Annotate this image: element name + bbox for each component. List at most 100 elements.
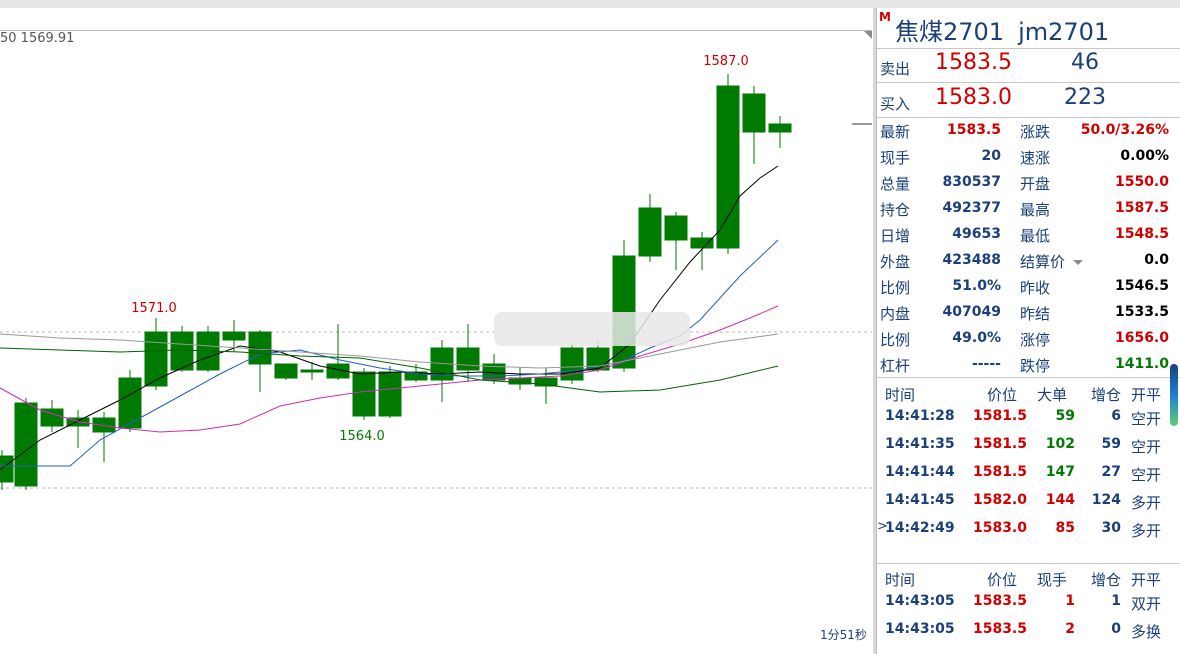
- price-annotation: 1587.0: [703, 54, 749, 69]
- candle-body: [456, 347, 480, 371]
- stat-value: 830537: [942, 174, 1001, 190]
- tick-row[interactable]: >14:42:49 1583.0 85 30 多开: [877, 516, 1171, 544]
- panel-scrollbar[interactable]: [1170, 364, 1178, 426]
- stat-value: 1550.0: [1114, 174, 1169, 190]
- stat-label: 最新: [880, 123, 911, 141]
- candle-body: [768, 123, 792, 133]
- stat-label: 比例: [880, 279, 911, 297]
- stat-left-5: 外盘 423488: [877, 248, 1013, 274]
- stat-label: 日增: [880, 227, 911, 245]
- stat-value: -----: [971, 356, 1001, 372]
- stat-value: 1583.5: [946, 122, 1001, 138]
- stat-value: 0.0: [1144, 252, 1169, 268]
- bid-row: 买入 1583.0 223: [877, 83, 1180, 117]
- quote-panel: M 焦煤2701 jm2701 卖出 1583.5 46 买入 1583.0 22…: [876, 8, 1180, 654]
- stat-label: 跌停: [1020, 357, 1051, 375]
- price-annotation: 1564.0: [339, 429, 385, 444]
- tick-time: 14:41:28: [885, 408, 955, 424]
- ask-row: 卖出 1583.5 46: [877, 48, 1180, 82]
- contract-code: jm2701: [1018, 18, 1110, 46]
- stat-label: 比例: [880, 331, 911, 349]
- stat-left-1: 现手 20: [877, 144, 1013, 170]
- tick-row[interactable]: 14:41:35 1581.5 102 59 空开: [877, 432, 1171, 460]
- kline-chart[interactable]: 1587.0 1571.0 1564.0: [0, 30, 872, 652]
- column-header: 价位: [987, 571, 1018, 589]
- market-m-icon: M: [879, 10, 891, 24]
- column-header: 开平: [1131, 571, 1162, 589]
- tick-row[interactable]: 14:43:05 1583.5 2 0 多换: [877, 617, 1171, 645]
- tick-time: 14:43:05: [885, 621, 955, 637]
- stat-label: 最低: [1020, 227, 1051, 245]
- tick-price: 1583.5: [972, 621, 1027, 637]
- tick-open-close: 多开: [1131, 494, 1162, 512]
- tick-row[interactable]: 14:41:28 1581.5 59 6 空开: [877, 404, 1171, 432]
- tick-oi-change: 6: [1111, 408, 1121, 424]
- tick-open-close: 双开: [1131, 595, 1162, 613]
- settle-dropdown-icon[interactable]: [1073, 260, 1083, 265]
- contract-name: 焦煤2701: [895, 18, 1005, 46]
- stat-value: 49.0%: [952, 330, 1001, 346]
- tick-time: 14:41:44: [885, 464, 955, 480]
- ask-price[interactable]: 1583.5: [935, 50, 1012, 75]
- tick-oi-change: 0: [1111, 621, 1121, 637]
- stat-label: 内盘: [880, 305, 911, 323]
- tick-row[interactable]: 14:41:45 1582.0 144 124 多开: [877, 488, 1171, 516]
- tick-volume: 147: [1045, 464, 1075, 480]
- column-header: 时间: [885, 386, 916, 404]
- tick-price: 1583.5: [972, 593, 1027, 609]
- stat-left-4: 日增 49653: [877, 222, 1013, 248]
- tick-open-close: 空开: [1131, 466, 1162, 484]
- bar-countdown-timer: 1分51秒: [820, 628, 867, 642]
- tick-oi-change: 30: [1101, 520, 1121, 536]
- tick-price: 1582.0: [972, 492, 1027, 508]
- stat-value: 1546.5: [1114, 278, 1169, 294]
- stat-right-6: 昨收 1546.5: [1017, 274, 1171, 300]
- watermark-overlay: [494, 312, 690, 346]
- bid-price[interactable]: 1583.0: [935, 85, 1012, 110]
- tick-open-close: 多换: [1131, 623, 1162, 641]
- divider: [877, 563, 1180, 564]
- column-header: 增仓: [1091, 386, 1122, 404]
- stat-label: 结算价: [1020, 253, 1066, 271]
- tick-open-close: 多开: [1131, 522, 1162, 540]
- ma10-line: [0, 239, 779, 467]
- column-header: 开平: [1131, 386, 1162, 404]
- stat-label: 最高: [1020, 201, 1051, 219]
- ticks-header: 时间 价位 现手 增仓 开平: [877, 567, 1171, 589]
- bid-volume: 223: [1064, 85, 1106, 110]
- tick-time: 14:41:45: [885, 492, 955, 508]
- stat-label: 杠杆: [880, 357, 911, 375]
- stat-label: 涨跌: [1020, 123, 1051, 141]
- column-header: 价位: [987, 386, 1018, 404]
- candle-body: [92, 417, 116, 433]
- candle-body: [118, 377, 142, 429]
- tick-oi-change: 27: [1101, 464, 1121, 480]
- tick-open-close: 空开: [1131, 410, 1162, 428]
- chart-corner-triangle-icon[interactable]: [864, 31, 872, 39]
- stat-right-5: 结算价 0.0: [1017, 248, 1171, 274]
- column-header: 大单: [1037, 386, 1068, 404]
- stat-right-9: 跌停 1411.0: [1017, 352, 1171, 378]
- tick-price: 1583.0: [972, 520, 1027, 536]
- ma-value-readout: 50 1569.91: [0, 31, 75, 46]
- candle-body: [690, 237, 714, 249]
- tick-oi-change: 124: [1091, 492, 1121, 508]
- candle-body: [638, 207, 662, 257]
- price-annotation: 1571.0: [131, 301, 177, 316]
- stat-label: 速涨: [1020, 149, 1051, 167]
- ask-label: 卖出: [880, 60, 911, 78]
- candle-body: [300, 369, 324, 373]
- stat-value: 1533.5: [1114, 304, 1169, 320]
- tick-volume: 59: [1055, 408, 1075, 424]
- tick-row[interactable]: 14:41:44 1581.5 147 27 空开: [877, 460, 1171, 488]
- candle-body: [144, 331, 168, 387]
- stat-right-3: 最高 1587.5: [1017, 196, 1171, 222]
- tick-row[interactable]: 14:43:05 1583.5 1 1 双开: [877, 589, 1171, 617]
- stat-label: 外盘: [880, 253, 911, 271]
- stat-label: 开盘: [1020, 175, 1051, 193]
- stat-value: 1548.5: [1114, 226, 1169, 242]
- bid-label: 买入: [880, 95, 911, 113]
- column-header: 时间: [885, 571, 916, 589]
- tick-volume: 85: [1055, 520, 1075, 536]
- contract-title: 焦煤2701 jm2701: [895, 12, 1109, 47]
